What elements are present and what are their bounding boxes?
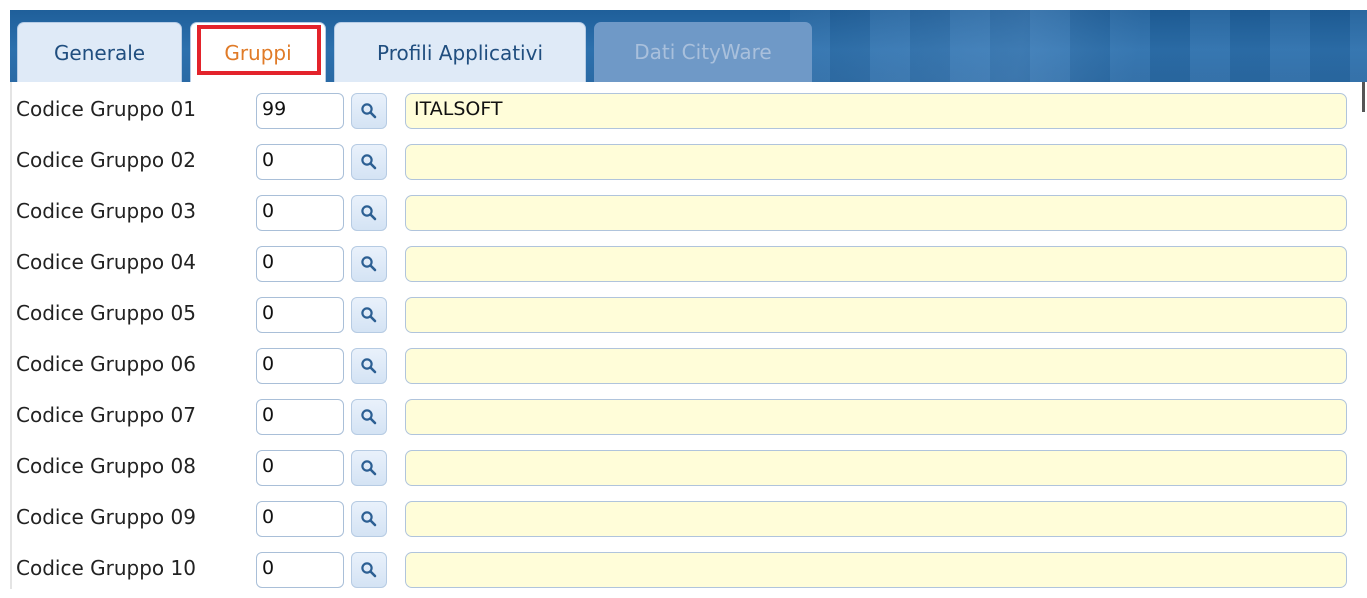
search-button[interactable] (351, 297, 387, 333)
search-icon (360, 408, 378, 426)
group-label: Codice Gruppo 09 (16, 505, 196, 529)
group-label: Codice Gruppo 03 (16, 199, 196, 223)
search-icon (360, 306, 378, 324)
group-description-field[interactable] (405, 246, 1347, 282)
group-code-input[interactable]: 99 (256, 93, 344, 129)
search-icon (360, 561, 378, 579)
group-code-input[interactable]: 0 (256, 450, 344, 486)
group-description-field[interactable] (405, 501, 1347, 537)
group-label: Codice Gruppo 07 (16, 403, 196, 427)
search-button[interactable] (351, 552, 387, 588)
search-button[interactable] (351, 399, 387, 435)
group-code-input[interactable]: 0 (256, 297, 344, 333)
search-icon (360, 102, 378, 120)
search-button[interactable] (351, 501, 387, 537)
search-icon (360, 459, 378, 477)
tab-label: Profili Applicativi (376, 40, 544, 65)
group-code-input[interactable]: 0 (256, 552, 344, 588)
tab-profili-applicativi[interactable]: Profili Applicativi (334, 22, 586, 82)
group-description-field[interactable] (405, 144, 1347, 180)
group-label: Codice Gruppo 04 (16, 250, 196, 274)
search-icon (360, 204, 378, 222)
search-icon (360, 255, 378, 273)
group-row: Codice Gruppo 02 0 (0, 138, 1367, 190)
group-description-field[interactable] (405, 195, 1347, 231)
group-code-input[interactable]: 0 (256, 501, 344, 537)
search-icon (360, 357, 378, 375)
search-button[interactable] (351, 450, 387, 486)
group-label: Codice Gruppo 10 (16, 556, 196, 580)
group-label: Codice Gruppo 05 (16, 301, 196, 325)
search-icon (360, 510, 378, 528)
group-row: Codice Gruppo 04 0 (0, 240, 1367, 292)
search-icon (360, 153, 378, 171)
group-row: Codice Gruppo 06 0 (0, 342, 1367, 394)
group-code-input[interactable]: 0 (256, 399, 344, 435)
group-row: Codice Gruppo 03 0 (0, 189, 1367, 241)
tab-label: Generale (53, 40, 146, 65)
tab-label: Dati CityWare (634, 40, 772, 64)
group-code-input[interactable]: 0 (256, 246, 344, 282)
group-row: Codice Gruppo 09 0 (0, 495, 1367, 547)
group-code-input[interactable]: 0 (256, 348, 344, 384)
group-row: Codice Gruppo 08 0 (0, 444, 1367, 496)
group-row: Codice Gruppo 05 0 (0, 291, 1367, 343)
group-label: Codice Gruppo 08 (16, 454, 196, 478)
highlight-box (197, 25, 321, 75)
group-label: Codice Gruppo 06 (16, 352, 196, 376)
group-description-field[interactable] (405, 450, 1347, 486)
search-button[interactable] (351, 195, 387, 231)
group-description-field[interactable] (405, 348, 1347, 384)
group-label: Codice Gruppo 02 (16, 148, 196, 172)
search-button[interactable] (351, 246, 387, 282)
group-description-field[interactable] (405, 399, 1347, 435)
group-row: Codice Gruppo 07 0 (0, 393, 1367, 445)
group-code-input[interactable]: 0 (256, 195, 344, 231)
group-description-field[interactable]: ITALSOFT (405, 93, 1347, 129)
group-row: Codice Gruppo 10 0 (0, 546, 1367, 598)
group-code-input[interactable]: 0 (256, 144, 344, 180)
group-description-field[interactable] (405, 297, 1347, 333)
search-button[interactable] (351, 348, 387, 384)
search-button[interactable] (351, 93, 387, 129)
tab-dati-cityware: Dati CityWare (594, 22, 812, 82)
group-row: Codice Gruppo 01 99 ITALSOFT (0, 87, 1367, 139)
search-button[interactable] (351, 144, 387, 180)
group-description-field[interactable] (405, 552, 1347, 588)
group-label: Codice Gruppo 01 (16, 97, 196, 121)
tab-generale[interactable]: Generale (17, 22, 182, 82)
